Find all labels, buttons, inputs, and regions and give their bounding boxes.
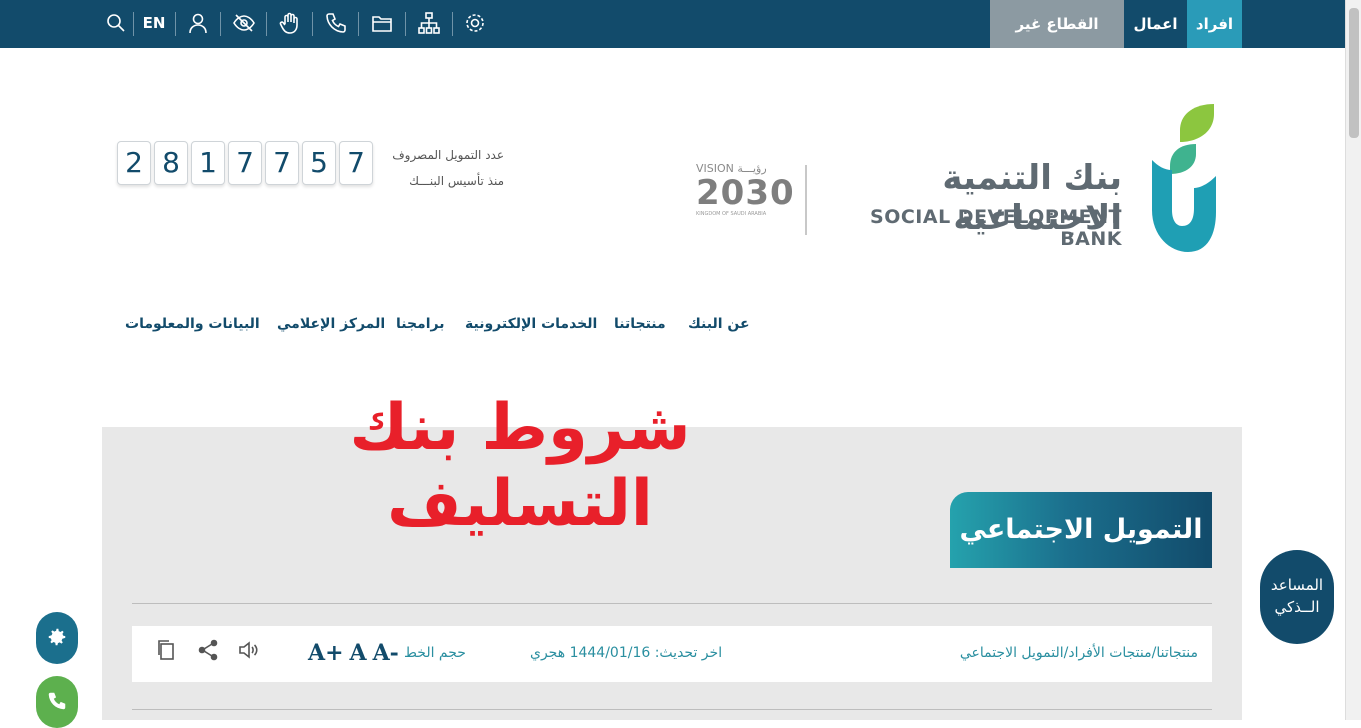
- assistant-label-line2: الــذكي: [1274, 598, 1320, 616]
- toolbar-divider: [405, 12, 406, 36]
- breadcrumb[interactable]: منتجاتنا/منتجات الأفراد/التمويل الاجتماع…: [960, 645, 1198, 661]
- funding-counter: 2 8 1 7 7 5 7: [117, 141, 376, 185]
- copy-icon[interactable]: [154, 638, 178, 662]
- nav-programs[interactable]: برامجنا: [396, 316, 445, 336]
- top-bar: افراد اعمال القطاع غير الربحي EN: [0, 0, 1345, 81]
- brand-divider: [805, 165, 807, 235]
- settings-icon[interactable]: [458, 6, 492, 40]
- user-icon[interactable]: [181, 6, 215, 40]
- speaker-icon[interactable]: [236, 638, 260, 662]
- nav-products[interactable]: منتجاتنا: [614, 316, 666, 336]
- divider: [132, 603, 1212, 604]
- call-float-button[interactable]: [36, 676, 78, 728]
- font-normal-button[interactable]: A: [350, 640, 367, 666]
- page-title: التمويل الاجتماعي: [950, 492, 1212, 568]
- nav-about[interactable]: عن البنك: [688, 316, 750, 336]
- nav-eservices[interactable]: الخدمات الإلكترونية: [465, 316, 597, 336]
- toolbar-divider: [266, 12, 267, 36]
- counter-digit: 8: [154, 141, 188, 185]
- toolbar-divider: [358, 12, 359, 36]
- counter-digit: 7: [228, 141, 262, 185]
- last-updated: اخر تحديث: 1444/01/16 هجري: [530, 645, 723, 661]
- toolbar-divider: [312, 12, 313, 36]
- info-bar: منتجاتنا/منتجات الأفراد/التمويل الاجتماع…: [132, 626, 1212, 682]
- gear-icon: [48, 628, 66, 646]
- divider: [132, 709, 1212, 710]
- folder-icon[interactable]: [365, 6, 399, 40]
- tab-business[interactable]: اعمال: [1124, 0, 1187, 48]
- scrollbar-thumb[interactable]: [1349, 8, 1359, 138]
- counter-label-line2: منذ تأسيس البنـــك: [409, 174, 504, 188]
- tab-individuals[interactable]: افراد: [1187, 0, 1242, 48]
- tab-nonprofit[interactable]: القطاع غير الربحي: [990, 0, 1124, 81]
- share-icon[interactable]: [196, 638, 220, 662]
- counter-digit: 1: [191, 141, 225, 185]
- phone-icon: [48, 692, 66, 710]
- settings-float-button[interactable]: [36, 612, 78, 664]
- scrollbar[interactable]: [1345, 0, 1361, 720]
- sitemap-icon[interactable]: [412, 6, 446, 40]
- smart-assistant-button[interactable]: المساعد الــذكي: [1260, 550, 1334, 644]
- toolbar-divider: [452, 12, 453, 36]
- nav-media[interactable]: المركز الإعلامي: [277, 316, 385, 336]
- headline-overlay: شروط بنك التسليف: [349, 391, 691, 541]
- counter-digit: 7: [265, 141, 299, 185]
- vision-2030-logo[interactable]: VISION رؤيـــة 2030 KINGDOM OF SAUDI ARA…: [696, 162, 795, 238]
- counter-label: عدد التمويل المصروف منذ تأسيس البنـــك: [386, 142, 504, 194]
- assistant-label-line1: المساعد: [1270, 576, 1324, 594]
- nav-data[interactable]: البيانات والمعلومات: [125, 316, 260, 336]
- font-size-controls: A+ A A-: [308, 640, 405, 666]
- counter-digit: 2: [117, 141, 151, 185]
- font-increase-button[interactable]: A+: [308, 640, 344, 666]
- toolbar-divider: [220, 12, 221, 36]
- bank-logo-icon[interactable]: [1136, 100, 1218, 256]
- counter-digit: 7: [339, 141, 373, 185]
- bank-name-english: SOCIAL DEVELOPMENT BANK: [870, 206, 1122, 250]
- phone-icon[interactable]: [319, 6, 353, 40]
- font-size-label: حجم الخط: [404, 645, 466, 661]
- hand-icon[interactable]: [273, 6, 307, 40]
- eye-slash-icon[interactable]: [227, 6, 261, 40]
- toolbar-divider: [133, 12, 134, 36]
- font-decrease-button[interactable]: A-: [373, 640, 399, 666]
- search-icon[interactable]: [99, 6, 133, 40]
- counter-label-line1: عدد التمويل المصروف: [392, 148, 504, 162]
- vision-subtitle: KINGDOM OF SAUDI ARABIA: [696, 211, 767, 217]
- vision-year: 2030: [696, 173, 795, 213]
- toolbar-divider: [175, 12, 176, 36]
- language-button[interactable]: EN: [137, 6, 171, 40]
- counter-digit: 5: [302, 141, 336, 185]
